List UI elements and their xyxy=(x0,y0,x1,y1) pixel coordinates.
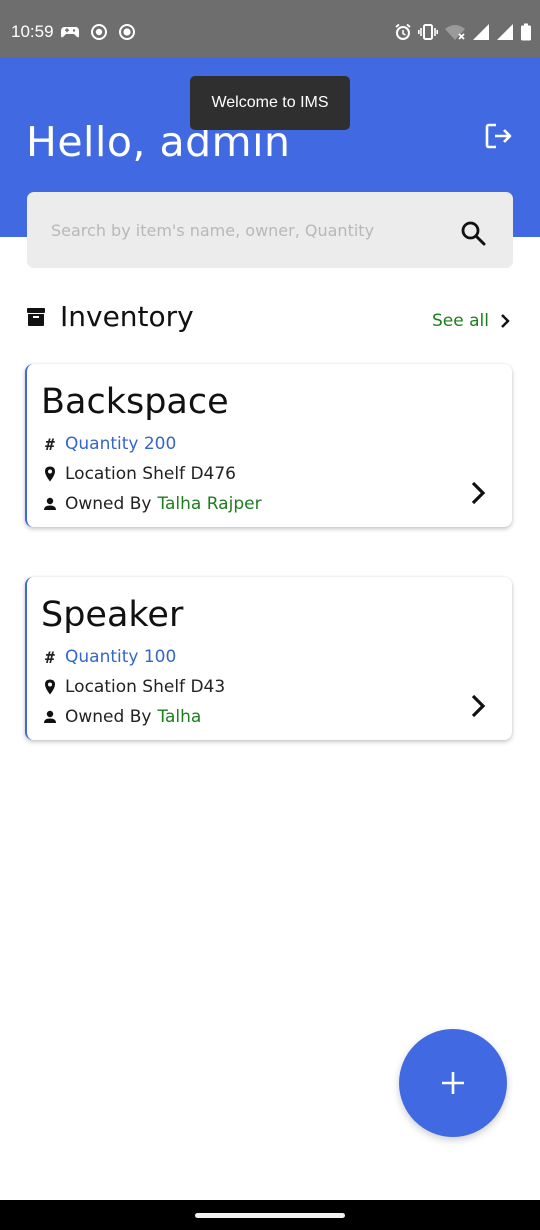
location-row: Location Shelf D476 xyxy=(41,463,236,485)
plus-icon xyxy=(442,1072,464,1094)
welcome-toast: Welcome to IMS xyxy=(190,76,350,130)
quantity-row: # Quantity 100 xyxy=(41,646,176,668)
owned-by-label: Owned By xyxy=(65,494,152,514)
add-item-button[interactable] xyxy=(399,1029,507,1137)
person-icon xyxy=(41,495,59,513)
item-name: Speaker xyxy=(41,595,184,635)
owner-row: Owned By Talha xyxy=(41,706,201,728)
chevron-right-icon[interactable] xyxy=(467,478,489,508)
screen-record-icon xyxy=(119,24,135,40)
wifi-off-icon xyxy=(445,25,465,40)
status-time: 10:59 xyxy=(11,22,54,41)
quantity-row: # Quantity 200 xyxy=(41,433,176,455)
location-text: Location Shelf D476 xyxy=(65,464,236,484)
signal-icon xyxy=(497,24,513,40)
search-input[interactable] xyxy=(51,192,451,268)
record-icon xyxy=(91,24,107,40)
item-name: Backspace xyxy=(41,382,229,422)
hash-icon: # xyxy=(45,434,55,454)
location-pin-icon xyxy=(41,678,59,696)
logout-icon[interactable] xyxy=(484,121,514,151)
quantity-text: Quantity 200 xyxy=(65,434,177,454)
home-indicator[interactable] xyxy=(195,1213,345,1218)
vibrate-icon xyxy=(418,24,438,40)
inventory-card[interactable]: Speaker # Quantity 100 Location Shelf D4… xyxy=(25,577,512,740)
battery-icon xyxy=(521,23,531,41)
person-icon xyxy=(41,708,59,726)
game-controller-icon xyxy=(61,27,79,38)
owner-name: Talha Rajper xyxy=(157,494,262,514)
owned-by-label: Owned By xyxy=(65,707,152,727)
owner-name: Talha xyxy=(157,707,202,727)
status-left-icons xyxy=(60,22,136,42)
quantity-text: Quantity 100 xyxy=(65,647,177,667)
chevron-right-icon[interactable] xyxy=(467,691,489,721)
section-title: Inventory xyxy=(60,300,194,333)
status-right-icons xyxy=(394,22,532,42)
location-row: Location Shelf D43 xyxy=(41,676,225,698)
inventory-card[interactable]: Backspace # Quantity 200 Location Shelf … xyxy=(25,364,512,527)
alarm-icon xyxy=(395,23,411,40)
system-nav-bar xyxy=(0,1200,540,1230)
search-box xyxy=(27,192,513,268)
hash-icon: # xyxy=(45,647,55,667)
location-pin-icon xyxy=(41,465,59,483)
see-all-label: See all xyxy=(432,311,489,331)
see-all-link[interactable]: See all xyxy=(432,310,512,332)
location-text: Location Shelf D43 xyxy=(65,677,226,697)
owner-row: Owned By Talha Rajper xyxy=(41,493,262,515)
search-icon[interactable] xyxy=(460,220,486,246)
status-bar: 10:59 xyxy=(0,0,540,57)
archive-box-icon xyxy=(27,308,45,326)
signal-icon xyxy=(473,24,489,40)
chevron-right-icon xyxy=(501,314,510,328)
